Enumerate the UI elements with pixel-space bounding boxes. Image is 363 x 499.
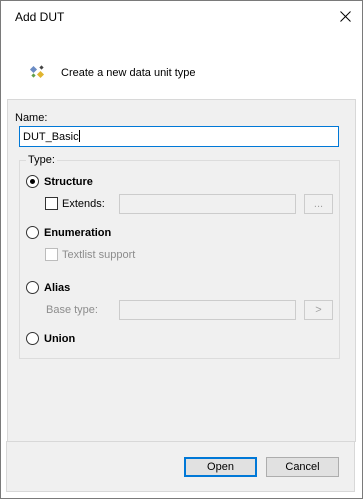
header-text: Create a new data unit type	[61, 67, 196, 79]
extends-checkbox[interactable]	[45, 197, 58, 210]
name-input-value: DUT_Basic	[23, 131, 79, 143]
title-bar: Add DUT	[1, 1, 362, 31]
textlist-checkbox[interactable]	[45, 248, 58, 261]
cancel-button[interactable]: Cancel	[266, 457, 339, 477]
extends-browse-button[interactable]: ...	[304, 194, 333, 214]
union-radio[interactable]	[26, 332, 39, 345]
dut-type-icon	[29, 65, 45, 79]
name-input[interactable]: DUT_Basic	[19, 126, 339, 147]
union-label[interactable]: Union	[44, 333, 75, 345]
close-icon	[339, 10, 351, 22]
base-type-field[interactable]	[119, 300, 296, 320]
enumeration-label[interactable]: Enumeration	[44, 227, 111, 239]
type-legend: Type:	[26, 154, 57, 166]
text-caret	[78, 130, 80, 142]
structure-label[interactable]: Structure	[44, 176, 93, 188]
structure-radio[interactable]	[26, 175, 39, 188]
window-title: Add DUT	[15, 10, 65, 24]
close-button[interactable]	[328, 1, 362, 31]
extends-label[interactable]: Extends:	[62, 198, 105, 210]
open-button[interactable]: Open	[184, 457, 257, 477]
alias-radio[interactable]	[26, 281, 39, 294]
dialog-header: Create a new data unit type	[1, 31, 362, 99]
name-label: Name:	[15, 112, 48, 124]
base-type-browse-button[interactable]: >	[304, 300, 333, 320]
extends-field[interactable]	[119, 194, 296, 214]
textlist-label: Textlist support	[62, 249, 136, 261]
enumeration-radio[interactable]	[26, 226, 39, 239]
alias-label[interactable]: Alias	[44, 282, 70, 294]
base-type-label: Base type:	[46, 304, 98, 316]
